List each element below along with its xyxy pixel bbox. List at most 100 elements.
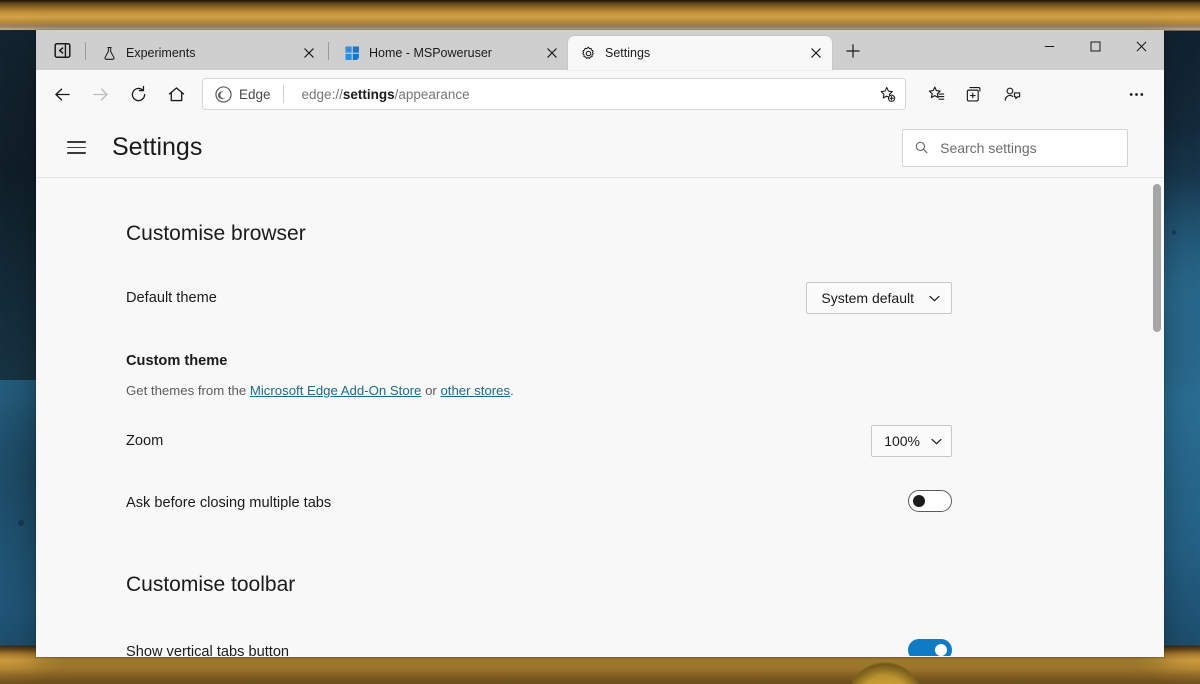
ask-before-closing-tabs-control <box>908 489 952 517</box>
show-vertical-tabs-control <box>908 638 952 656</box>
setting-row-show-vertical-tabs-button: Show vertical tabs button <box>36 634 1164 656</box>
zoom-select[interactable]: 100% <box>871 425 952 457</box>
collections-button[interactable] <box>956 76 992 112</box>
forward-button[interactable] <box>82 76 118 112</box>
show-vertical-tabs-toggle[interactable] <box>908 638 952 656</box>
search-icon <box>915 141 928 154</box>
add-favorite-button[interactable] <box>873 81 901 107</box>
home-icon <box>168 86 184 101</box>
close-window-button[interactable] <box>1118 30 1164 62</box>
custom-theme-description: Get themes from the Microsoft Edge Add-O… <box>126 383 1164 398</box>
link-other-stores[interactable]: other stores <box>440 383 510 398</box>
description-prefix: Get themes from the <box>126 383 250 398</box>
default-theme-control: System default <box>806 282 952 314</box>
tab-close-button[interactable] <box>806 43 826 63</box>
setting-row-default-theme: Default theme System default <box>36 280 1164 316</box>
settings-scrollbar[interactable] <box>1153 184 1161 650</box>
edge-brand: Edge <box>215 85 271 103</box>
collections-icon <box>966 86 980 102</box>
minimize-button[interactable] <box>1026 30 1072 62</box>
more-options-button[interactable] <box>1118 76 1154 112</box>
favorites-star-icon <box>928 86 944 100</box>
hamburger-icon <box>66 137 86 158</box>
vertical-tabs-button[interactable] <box>46 36 78 64</box>
toggle-knob <box>935 643 947 656</box>
minimize-icon <box>1044 45 1054 47</box>
microsoft-logo-icon <box>344 45 360 61</box>
favorites-button[interactable] <box>918 76 954 112</box>
home-button[interactable] <box>158 76 194 112</box>
browser-tab[interactable]: Experiments <box>89 36 325 70</box>
ellipsis-icon <box>1129 92 1143 96</box>
search-settings-wrapper <box>902 128 1128 167</box>
description-suffix: . <box>510 383 514 398</box>
close-icon <box>547 48 557 58</box>
edge-brand-label: Edge <box>239 86 271 102</box>
url-suffix: /appearance <box>394 86 470 102</box>
settings-content: Customise browser Default theme System d… <box>36 178 1164 656</box>
plus-icon <box>846 44 860 58</box>
maximize-button[interactable] <box>1072 30 1118 62</box>
tab-title: Home - MSPoweruser <box>369 46 492 60</box>
link-microsoft-edge-addon-store[interactable]: Microsoft Edge Add-On Store <box>250 383 422 398</box>
page-title: Settings <box>112 133 203 161</box>
setting-label-ask-before-closing-tabs: Ask before closing multiple tabs <box>126 495 332 511</box>
zoom-control: 100% <box>871 425 952 457</box>
wall-speck <box>1172 230 1176 235</box>
settings-content-inner: Customise browser Default theme System d… <box>36 178 1164 656</box>
setting-row-custom-theme: Custom theme <box>36 343 1164 379</box>
url-prefix: edge:// <box>301 86 343 102</box>
arrow-right-icon <box>92 87 108 101</box>
navigation-toolbar: Edge edge://settings/appearance <box>36 70 1164 118</box>
search-input[interactable] <box>940 139 1115 156</box>
profile-button[interactable] <box>994 76 1030 112</box>
new-tab-button[interactable] <box>838 37 868 65</box>
setting-row-zoom: Zoom 100% <box>36 423 1164 459</box>
tab-title: Settings <box>605 46 651 60</box>
section-heading-customise-toolbar: Customise toolbar <box>126 573 296 596</box>
setting-label-zoom: Zoom <box>126 433 164 449</box>
default-theme-value: System default <box>821 290 914 306</box>
tab-title: Experiments <box>126 46 196 60</box>
tab-divider <box>328 42 329 60</box>
wall-speck <box>18 520 24 526</box>
omnibox-divider <box>282 85 284 103</box>
ask-before-closing-tabs-toggle[interactable] <box>908 489 952 512</box>
setting-row-ask-before-closing-tabs: Ask before closing multiple tabs <box>36 485 1164 521</box>
chevron-down-icon <box>929 295 940 301</box>
arrow-left-icon <box>54 87 70 101</box>
description-middle: or <box>421 383 441 398</box>
zoom-value: 100% <box>884 433 920 449</box>
settings-header: Settings <box>36 118 1164 178</box>
tab-close-button[interactable] <box>299 43 319 63</box>
chevron-down-icon <box>931 438 942 444</box>
settings-menu-button[interactable] <box>58 130 94 166</box>
profile-icon <box>1004 87 1020 101</box>
star-plus-icon <box>880 86 895 102</box>
browser-tab-active[interactable]: Settings <box>568 36 832 70</box>
setting-label-custom-theme: Custom theme <box>126 353 228 369</box>
setting-label-show-vertical-tabs-button: Show vertical tabs button <box>126 644 290 656</box>
url-bold-part: settings <box>342 86 395 102</box>
tab-strip: Experiments Home - MSPoweruser Settings <box>36 30 1164 70</box>
search-settings-box[interactable] <box>902 128 1128 167</box>
default-theme-select[interactable]: System default <box>806 282 952 314</box>
browser-window: Experiments Home - MSPoweruser Settings … <box>36 30 1164 657</box>
flask-icon <box>101 45 117 61</box>
close-icon <box>304 48 314 58</box>
setting-label-default-theme: Default theme <box>126 290 217 306</box>
scrollbar-thumb[interactable] <box>1153 184 1161 332</box>
address-bar-url: edge://settings/appearance <box>302 87 865 102</box>
edge-logo-icon <box>215 85 232 103</box>
refresh-button[interactable] <box>120 76 156 112</box>
close-icon <box>811 48 821 58</box>
tab-close-button[interactable] <box>542 43 562 63</box>
back-button[interactable] <box>44 76 80 112</box>
gear-icon <box>580 45 596 61</box>
close-icon <box>1136 41 1146 51</box>
address-bar[interactable]: Edge edge://settings/appearance <box>202 78 906 110</box>
section-heading-customise-browser: Customise browser <box>126 222 306 245</box>
vertical-tabs-icon <box>53 42 71 58</box>
tab-divider <box>85 42 86 60</box>
browser-tab[interactable]: Home - MSPoweruser <box>332 36 568 70</box>
